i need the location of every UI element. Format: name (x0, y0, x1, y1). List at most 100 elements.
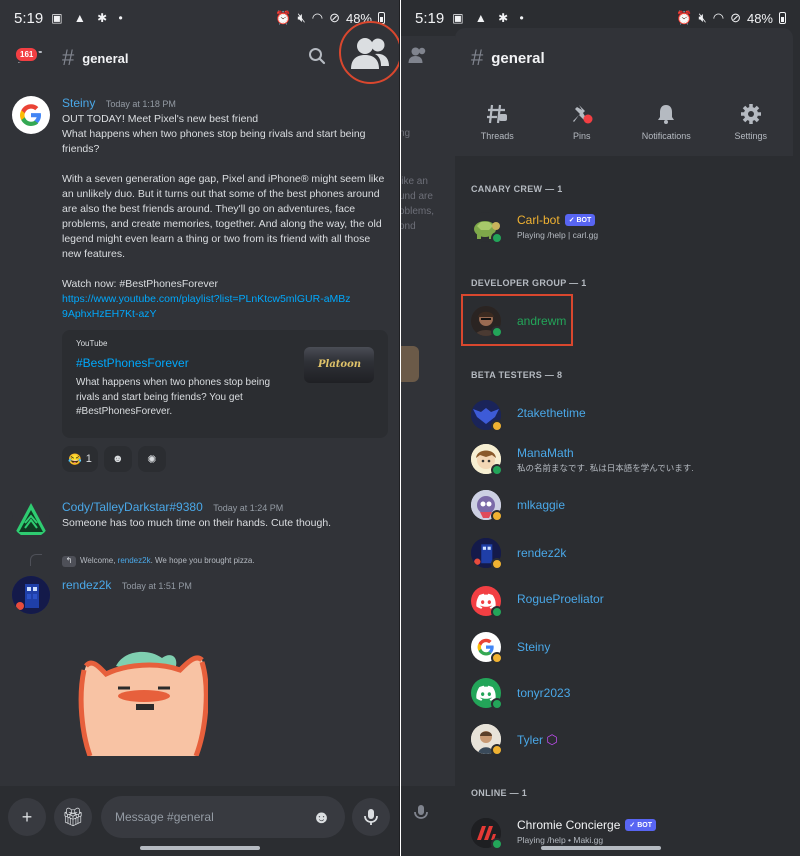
peek-text: ond (401, 221, 416, 232)
reactions-row: 😂 1 ☻ ✺ (62, 446, 392, 472)
voice-message-button[interactable] (352, 798, 390, 836)
notification-icons: ▣ ▲ ✱ • (452, 11, 528, 25)
member-name: mlkaggie (517, 498, 566, 512)
pins-button[interactable]: Pins (540, 88, 625, 156)
super-reaction-icon: ✺ (147, 453, 157, 466)
message-author[interactable]: Cody/TalleyDarkstar#9380 (62, 500, 203, 514)
message-text: Someone has too much time on their hands… (62, 517, 332, 529)
reply-preview[interactable]: ↰ Welcome, rendez2k. We hope you brought … (62, 556, 255, 567)
member-steiny[interactable]: Steiny (455, 626, 793, 670)
member-name: Chromie Concierge ✓ BOT (517, 818, 656, 832)
message-item: Cody/TalleyDarkstar#9380 Today at 1:24 P… (0, 498, 399, 538)
reply-prefix: Welcome, (80, 556, 116, 565)
member-activity: Playing /help • Maki.gg (517, 835, 604, 845)
section-header: CANARY CREW — 1 (471, 184, 563, 194)
message-input[interactable]: Message #general ☻ (101, 796, 345, 838)
youtube-embed[interactable]: YouTube #BestPhonesForever What happens … (62, 330, 388, 438)
bot-badge: ✓ BOT (564, 214, 596, 226)
member-mlkaggie[interactable]: mlkaggie (455, 486, 793, 530)
settings-button[interactable]: Settings (709, 88, 794, 156)
message-item: rendez2k Today at 1:51 PM (0, 576, 399, 614)
channel-name: general (491, 49, 545, 67)
member-name: Carl-bot ✓ BOT (517, 213, 596, 227)
gift-icon: 🎁︎ (61, 806, 85, 827)
reply-mention[interactable]: rendez2k (118, 556, 151, 565)
member-carl-bot[interactable]: Carl-bot ✓ BOT Playing /help | carl.gg (455, 206, 793, 250)
bell-icon (658, 105, 675, 124)
online-status-icon (491, 698, 503, 710)
battery-level: 48% (746, 10, 773, 26)
message-author[interactable]: rendez2k (62, 578, 111, 592)
idle-status-icon (491, 744, 503, 756)
hash-icon: # (62, 45, 75, 70)
message-author[interactable]: Steiny (62, 96, 95, 110)
mute-icon: 🔇︎ (698, 10, 707, 25)
member-rogueproeliator[interactable]: RogueProeliator (455, 578, 793, 622)
cody-avatar[interactable] (12, 500, 50, 538)
reaction-count: 1 (85, 453, 92, 465)
notifications-button[interactable]: Notifications (624, 88, 709, 156)
bot-badge-text: BOT (576, 217, 592, 224)
avatar (471, 538, 503, 570)
gift-button[interactable]: 🎁︎ (54, 798, 92, 836)
google-avatar[interactable] (12, 96, 50, 134)
panel-header: # general (455, 28, 793, 88)
member-name: rendez2k (517, 546, 567, 560)
member-list[interactable]: CANARY CREW — 1 Carl-bot ✓ BOT Playing /h… (455, 156, 793, 856)
reaction-laugh[interactable]: 😂 1 (62, 446, 98, 472)
idle-status-icon (491, 510, 503, 522)
member-manamath[interactable]: ManaMath 私の名前まなです. 私は日本語を学んでいます. (455, 438, 793, 482)
triangle-logo-icon (14, 503, 48, 535)
section-header: ONLINE — 1 (471, 788, 528, 798)
tardis-icon (12, 576, 50, 614)
thumbnail-text: Platoon (318, 359, 362, 370)
alarm-icon: ⏰ (676, 10, 693, 25)
peach-sticker[interactable] (78, 648, 208, 756)
hash-icon: # (471, 45, 484, 70)
status-right: ⏰ 🔇︎ ◠ ⊘ 48% (676, 10, 786, 26)
message-timestamp: Today at 1:51 PM (121, 581, 192, 591)
notification-icons: ▣ ▲ ✱ • (51, 11, 127, 25)
message-text: OUT TODAY! Meet Pixel's new best friend … (62, 113, 385, 290)
reply-suffix: . We hope you brought pizza. (150, 556, 255, 565)
tool-label: Notifications (641, 131, 691, 141)
message-link[interactable]: https://www.youtube.com/playlist?list=PL… (62, 292, 352, 322)
status-time: 5:19 (14, 9, 44, 27)
andrewm-highlight-box (461, 294, 573, 346)
nitro-boost-icon: ⬡ (546, 732, 558, 747)
online-status-icon (491, 838, 503, 850)
avatar (471, 400, 503, 432)
member-tonyr2023[interactable]: tonyr2023 (455, 672, 793, 716)
emoji-icon[interactable]: ☻ (312, 807, 331, 828)
add-super-reaction-button[interactable]: ✺ (137, 446, 166, 472)
online-status-icon (491, 232, 503, 244)
member-name: ManaMath (517, 446, 574, 460)
embed-description: What happens when two phones stop being … (76, 377, 271, 417)
peek-text: ng (401, 128, 411, 139)
google-g-icon (20, 104, 41, 126)
microphone-icon (364, 809, 378, 825)
tool-label: Threads (480, 131, 514, 141)
rendez2k-avatar[interactable] (12, 576, 50, 614)
microphone-icon (414, 805, 428, 819)
member-name: 2takethetime (517, 406, 586, 420)
add-attachment-button[interactable]: + (8, 798, 46, 836)
avatar (471, 818, 503, 850)
embed-thumbnail[interactable]: Platoon (304, 347, 374, 383)
peek-text: oblems, (401, 206, 435, 217)
section-header: BETA TESTERS — 8 (471, 370, 563, 380)
member-2takethetime[interactable]: 2takethetime (455, 392, 793, 436)
search-icon[interactable] (308, 47, 326, 70)
member-rendez2k[interactable]: rendez2k (455, 532, 793, 576)
chat-peek: ng like an und are oblems, ond (401, 36, 455, 856)
channel-side-panel: # general Threads Pins Notifications Set… (455, 28, 793, 856)
member-tyler[interactable]: Tyler ⬡ (455, 720, 793, 764)
peek-composer (401, 786, 455, 856)
dnd-icon: ⊘ (730, 10, 741, 25)
dnd-icon: ⊘ (329, 10, 340, 25)
member-name: Steiny (517, 640, 551, 654)
members-screen: 5:19 ▣ ▲ ✱ • ⏰ 🔇︎ ◠ ⊘ 48% ng like an und… (401, 0, 800, 856)
threads-button[interactable]: Threads (455, 88, 540, 156)
add-reaction-button[interactable]: ☻ (103, 446, 132, 472)
wifi-icon: ◠ (311, 10, 324, 25)
